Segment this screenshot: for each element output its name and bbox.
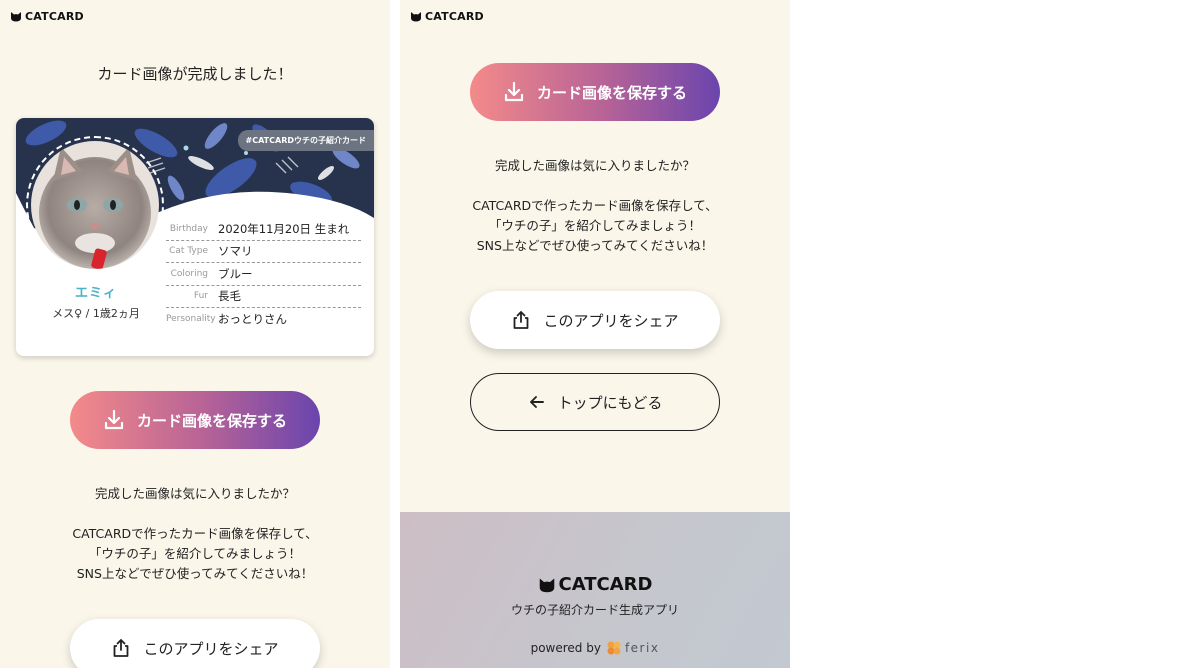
cat-gender-age: メス♀ / 1歳2ヵ月 [52, 307, 140, 320]
info-value: ブルー [218, 266, 253, 281]
info-row-coloring: Coloring ブルー [166, 263, 361, 286]
share-icon [114, 639, 129, 657]
cat-card: #CATCARDウチの子紹介カード エミィ メス♀ / 1歳2ヵ月 Birthd… [16, 118, 374, 356]
share-app-button[interactable]: このアプリをシェア [470, 291, 720, 349]
info-key: Personality [166, 314, 216, 325]
cat-info-table: Birthday 2020年11月20日 生まれ Cat Type ソマリ Co… [166, 218, 361, 331]
powered-by-label: powered by [530, 641, 601, 655]
catcard-logo[interactable]: CATCARD [10, 10, 84, 23]
info-row-birthday: Birthday 2020年11月20日 生まれ [166, 218, 361, 241]
back-to-top-button[interactable]: トップにもどる [470, 373, 720, 431]
message-line: CATCARDで作ったカード画像を保存して、 [472, 198, 718, 213]
save-card-image-button[interactable]: カード画像を保存する [470, 63, 720, 121]
cat-name: エミィ [74, 286, 117, 301]
completion-headline: カード画像が完成しました！ [97, 65, 293, 83]
message-line: 「ウチの子」を紹介してみましょう！ [488, 218, 702, 233]
cat-head-icon [11, 12, 21, 22]
info-value: ソマリ [218, 244, 253, 259]
ferix-flower-icon [607, 641, 621, 655]
cat-photo [31, 141, 159, 269]
info-key: Fur [193, 291, 208, 302]
powered-by: powered by ferix [400, 640, 790, 656]
message-line: 完成した画像は気に入りましたか？ [494, 158, 695, 173]
download-icon [104, 409, 124, 430]
message-line: CATCARDで作ったカード画像を保存して、 [72, 526, 318, 541]
download-icon [504, 81, 524, 102]
share-icon [514, 311, 529, 329]
cat-head-icon [539, 577, 554, 592]
save-button-label: カード画像を保存する [536, 83, 687, 102]
info-key: Coloring [170, 268, 208, 279]
message-line: 「ウチの子」を紹介してみましょう！ [88, 546, 302, 561]
ferix-logo[interactable]: ferix [606, 640, 659, 656]
arrow-left-icon [529, 396, 544, 408]
info-value: 長毛 [218, 289, 241, 304]
footer-logo[interactable]: CATCARD [400, 574, 790, 595]
cat-head-icon [411, 12, 421, 22]
message-line: SNS上などでぜひ使ってみてくださいね！ [476, 238, 714, 253]
footer-logo-text: CATCARD [558, 574, 653, 595]
ferix-text: ferix [624, 641, 660, 655]
message-line: 完成した画像は気に入りましたか？ [94, 486, 295, 501]
share-button-label: このアプリをシェア [143, 639, 279, 658]
catcard-logo[interactable]: CATCARD [410, 10, 484, 23]
message-line: SNS上などでぜひ使ってみてくださいね！ [76, 566, 314, 581]
footer-subtitle: ウチの子紹介カード生成アプリ [510, 603, 679, 617]
footer: CATCARD ウチの子紹介カード生成アプリ powered by ferix [400, 512, 790, 668]
info-key: Cat Type [169, 246, 208, 257]
share-message: 完成した画像は気に入りましたか？ CATCARDで作ったカード画像を保存して、 … [0, 484, 390, 584]
back-button-label: トップにもどる [557, 393, 663, 412]
info-row-cat-type: Cat Type ソマリ [166, 241, 361, 263]
left-panel: CATCARD カード画像が完成しました！ #CATCARDウチの子紹介カード … [0, 0, 390, 668]
logo-text: CATCARD [425, 10, 484, 23]
save-button-label: カード画像を保存する [136, 411, 287, 430]
share-app-button[interactable]: このアプリをシェア [70, 619, 320, 668]
info-row-personality: Personality おっとりさん [166, 308, 361, 331]
right-panel: CATCARD カード画像を保存する 完成した画像は気に入りましたか？ CATC… [400, 0, 790, 668]
share-message: 完成した画像は気に入りましたか？ CATCARDで作ったカード画像を保存して、 … [400, 156, 790, 256]
save-card-image-button[interactable]: カード画像を保存する [70, 391, 320, 449]
cat-photo-image [31, 141, 159, 269]
info-key: Birthday [169, 223, 208, 234]
hashtag-badge: #CATCARDウチの子紹介カード [237, 130, 374, 151]
info-row-fur: Fur 長毛 [166, 286, 361, 308]
info-value: おっとりさん [218, 312, 287, 327]
share-button-label: このアプリをシェア [543, 311, 679, 330]
info-value: 2020年11月20日 生まれ [218, 221, 350, 236]
logo-text: CATCARD [25, 10, 84, 23]
